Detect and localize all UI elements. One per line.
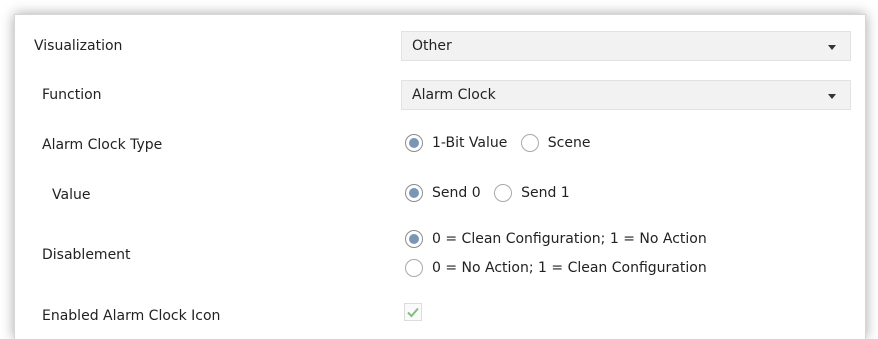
value-option-send1[interactable]: Send 1: [494, 184, 570, 202]
visualization-dropdown[interactable]: Other: [401, 31, 851, 61]
disablement-label: Disablement: [42, 247, 131, 263]
value-option-label: Send 1: [521, 185, 570, 201]
alarm-type-option-label: 1-Bit Value: [432, 135, 508, 151]
radio-unselected-icon[interactable]: [520, 134, 539, 152]
disablement-option-1[interactable]: 0 = Clean Configuration; 1 = No Action: [405, 230, 707, 248]
parameter-panel: Visualization Other Function Alarm Clock…: [14, 14, 866, 339]
radio-selected-icon[interactable]: [405, 134, 423, 152]
alarm-type-option-scene[interactable]: Scene: [520, 134, 591, 152]
value-option-send0[interactable]: Send 0: [405, 184, 481, 202]
radio-unselected-icon[interactable]: [494, 184, 513, 202]
radio-selected-icon[interactable]: [405, 184, 423, 202]
value-label: Value: [52, 187, 91, 203]
enabled-alarm-clock-icon-label: Enabled Alarm Clock Icon: [42, 308, 221, 324]
radio-unselected-icon[interactable]: [405, 259, 423, 277]
disablement-option-2[interactable]: 0 = No Action; 1 = Clean Configuration: [405, 259, 707, 277]
chevron-down-icon: [828, 45, 836, 50]
alarm-type-option-1bit[interactable]: 1-Bit Value: [405, 134, 507, 152]
visualization-label: Visualization: [34, 38, 123, 54]
alarm-clock-type-radio-group: 1-Bit Value Scene: [405, 134, 599, 156]
function-dropdown[interactable]: Alarm Clock: [401, 80, 851, 110]
enabled-alarm-clock-icon-checkbox[interactable]: [404, 303, 422, 321]
disablement-option-label: 0 = No Action; 1 = Clean Configuration: [432, 260, 707, 276]
alarm-type-option-label: Scene: [547, 135, 591, 151]
function-label: Function: [42, 87, 102, 103]
chevron-down-icon: [828, 94, 836, 99]
check-icon: [407, 307, 419, 318]
disablement-option-label: 0 = Clean Configuration; 1 = No Action: [432, 231, 707, 247]
alarm-clock-type-label: Alarm Clock Type: [42, 137, 163, 153]
function-value: Alarm Clock: [412, 87, 496, 103]
value-option-label: Send 0: [432, 185, 481, 201]
visualization-value: Other: [412, 38, 452, 54]
value-radio-group: Send 0 Send 1: [405, 184, 579, 206]
radio-selected-icon[interactable]: [405, 230, 423, 248]
